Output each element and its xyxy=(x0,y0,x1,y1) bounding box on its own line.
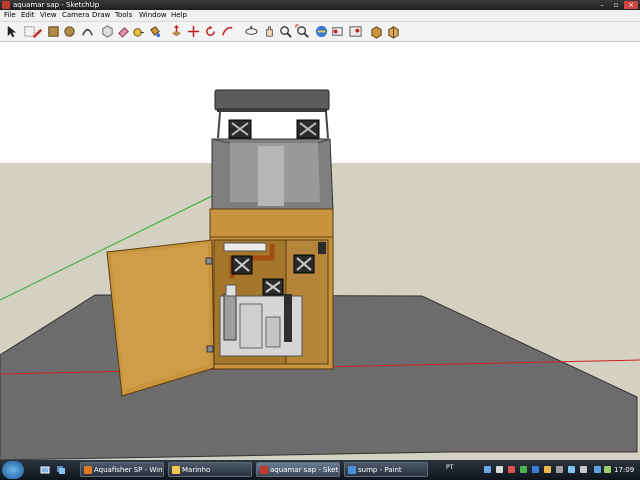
zoom-extents-icon[interactable] xyxy=(295,24,310,39)
get-models-icon[interactable] xyxy=(314,24,329,39)
tray-network-status-icon[interactable] xyxy=(594,466,601,473)
start-button[interactable] xyxy=(2,461,24,479)
tank-overflow-box xyxy=(258,146,284,206)
circle-icon[interactable] xyxy=(62,24,77,39)
taskbar-button-paint[interactable]: sump - Paint xyxy=(344,462,428,477)
paint-icon xyxy=(348,466,356,474)
pan-icon[interactable] xyxy=(262,24,277,39)
follow-me-icon[interactable] xyxy=(220,24,235,39)
menu-draw[interactable]: Draw xyxy=(92,10,110,21)
move-icon[interactable] xyxy=(186,24,201,39)
rectangle-icon[interactable] xyxy=(46,24,61,39)
menu-bar: File Edit View Camera Draw Tools Window … xyxy=(0,10,640,22)
push-pull-icon[interactable] xyxy=(169,24,184,39)
folder-icon xyxy=(172,466,180,474)
menu-window[interactable]: Window xyxy=(139,10,167,21)
menu-tools[interactable]: Tools xyxy=(115,10,132,21)
tray-display-icon[interactable] xyxy=(580,466,587,473)
return-pump xyxy=(284,294,292,342)
select-icon[interactable] xyxy=(4,24,19,39)
menu-edit[interactable]: Edit xyxy=(21,10,35,21)
menu-help[interactable]: Help xyxy=(171,10,187,21)
tape-measure-icon[interactable] xyxy=(131,24,146,39)
taskbar-button-aquafisher[interactable]: Aquafisher SP - Win... xyxy=(80,462,164,477)
pencil-icon[interactable] xyxy=(30,24,45,39)
tray-speaker-icon[interactable] xyxy=(604,466,611,473)
tray-app-icon[interactable] xyxy=(520,466,527,473)
tray-messenger-icon[interactable] xyxy=(544,466,551,473)
taskbar-button-marinho[interactable]: Marinho xyxy=(168,462,252,477)
share-component-icon[interactable] xyxy=(386,24,401,39)
sketchup-app-icon xyxy=(2,1,10,9)
rotate-icon[interactable] xyxy=(203,24,218,39)
show-desktop-icon[interactable] xyxy=(40,465,50,475)
sketchup-icon xyxy=(260,466,268,474)
browser-icon xyxy=(84,466,92,474)
light-ballast xyxy=(223,242,267,252)
title-bar: aquamar sap - SketchUp – ▫ × xyxy=(0,0,640,10)
tray-network-icon[interactable] xyxy=(484,466,491,473)
taskbar: Aquafisher SP - Win... Marinho aquamar s… xyxy=(0,460,640,480)
tray-usb-icon[interactable] xyxy=(496,466,503,473)
language-indicator[interactable]: PT xyxy=(446,460,453,476)
eraser-icon[interactable] xyxy=(116,24,131,39)
photo-texture-icon[interactable] xyxy=(348,24,363,39)
window-title: aquamar sap - SketchUp xyxy=(13,1,100,9)
menu-view[interactable]: View xyxy=(40,10,57,21)
scene-render xyxy=(0,89,640,460)
controller-box xyxy=(318,242,326,254)
tank-hood xyxy=(214,89,330,111)
sump-chamber xyxy=(265,316,281,348)
model-viewport[interactable] xyxy=(0,42,640,460)
maximize-icon[interactable]: ▫ xyxy=(610,1,622,9)
hood-leg-right xyxy=(325,111,329,139)
switch-windows-icon[interactable] xyxy=(56,465,66,475)
close-icon[interactable]: × xyxy=(624,1,638,9)
door-hinge-bottom xyxy=(206,345,214,353)
arc-icon[interactable] xyxy=(80,24,95,39)
protein-skimmer xyxy=(223,293,237,341)
zoom-icon[interactable] xyxy=(278,24,293,39)
menu-file[interactable]: File xyxy=(4,10,16,21)
main-toolbar xyxy=(0,22,640,42)
tray-power-icon[interactable] xyxy=(556,466,563,473)
skimmer-cup xyxy=(225,284,237,297)
paint-bucket-icon[interactable] xyxy=(147,24,162,39)
tank-hood-rim xyxy=(217,108,327,112)
door-hinge-top xyxy=(205,257,213,265)
tray-update-icon[interactable] xyxy=(532,466,539,473)
hood-leg-left xyxy=(217,111,221,139)
taskbar-button-sketchup[interactable]: aquamar sap - Sket... xyxy=(256,462,340,477)
cabinet-top-band xyxy=(209,208,334,238)
menu-camera[interactable]: Camera xyxy=(62,10,89,21)
tray-shield-icon[interactable] xyxy=(508,466,515,473)
sump-baffle-area xyxy=(239,303,263,349)
make-component-icon-2[interactable] xyxy=(100,24,115,39)
minimize-icon[interactable]: – xyxy=(596,1,608,9)
taskbar-clock[interactable]: 17:09 xyxy=(614,460,634,480)
tray-volume-icon[interactable] xyxy=(568,466,575,473)
components-icon[interactable] xyxy=(369,24,384,39)
orbit-icon[interactable] xyxy=(244,24,259,39)
cabinet-door-panel xyxy=(111,244,210,390)
share-model-icon[interactable] xyxy=(330,24,345,39)
